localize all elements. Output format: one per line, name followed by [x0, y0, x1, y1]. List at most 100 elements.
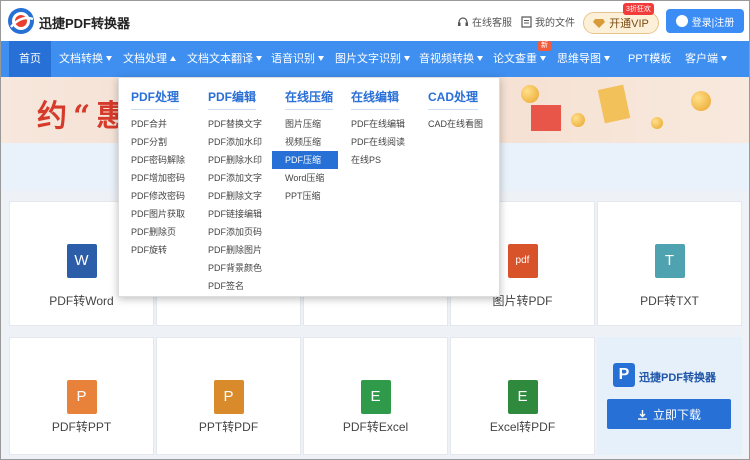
- menu-item[interactable]: PDF添加水印: [208, 133, 262, 151]
- nav-home-label: 首页: [19, 53, 41, 65]
- menu-item[interactable]: Word压缩: [285, 169, 338, 187]
- headset-icon: [458, 16, 468, 26]
- coin-decoration: [651, 117, 663, 129]
- tool-card-excel-to-pdf[interactable]: E Excel转PDF: [450, 337, 595, 455]
- nav-doc-convert[interactable]: 文档转换: [59, 41, 112, 77]
- menu-item[interactable]: PDF签名: [208, 277, 262, 295]
- logo-icon[interactable]: [7, 7, 35, 35]
- nav-home[interactable]: 首页: [9, 41, 51, 77]
- user-icon: [675, 15, 688, 27]
- coin-decoration: [691, 91, 711, 111]
- my-files-link[interactable]: 我的文件: [521, 14, 575, 29]
- chevron-down-icon: [721, 56, 727, 61]
- menu-item[interactable]: PDF删除水印: [208, 151, 262, 169]
- menu-item[interactable]: PDF删除页: [131, 223, 185, 241]
- menu-item[interactable]: PPT压缩: [285, 187, 338, 205]
- menu-item[interactable]: PDF分割: [131, 133, 185, 151]
- vip-label: 开通VIP: [609, 18, 649, 30]
- coin-decoration: [571, 113, 585, 127]
- vip-button[interactable]: 开通VIP: [583, 12, 659, 34]
- column-title: 在线压缩: [285, 88, 334, 110]
- tool-card-pdf-to-ppt[interactable]: P PDF转PPT: [9, 337, 154, 455]
- menu-item[interactable]: PDF删除图片: [208, 241, 262, 259]
- menu-item[interactable]: PDF修改密码: [131, 187, 185, 205]
- column-title: 在线编辑: [351, 88, 400, 110]
- menu-item[interactable]: PDF旋转: [131, 241, 185, 259]
- nav-doc-process[interactable]: 文档处理: [123, 41, 176, 77]
- chevron-down-icon: [106, 56, 112, 61]
- menu-item[interactable]: CAD在线看图: [428, 115, 483, 133]
- download-button[interactable]: 立即下载: [607, 399, 731, 429]
- column-title: CAD处理: [428, 88, 478, 110]
- excel-icon: E: [360, 380, 391, 414]
- tool-card-pdf-to-txt[interactable]: T PDF转TXT: [597, 201, 742, 326]
- app-name: 迅捷PDF转换器: [639, 372, 716, 384]
- chevron-down-icon: [256, 56, 262, 61]
- app-logo-icon: P: [613, 363, 635, 387]
- tool-card-label: PDF转Excel: [342, 420, 409, 434]
- page: 迅捷PDF转换器 在线客服 我的文件 开通VIP 3折狂欢 登录|注册 首页 文…: [0, 0, 750, 460]
- nav-ppt-template-label: PPT模板: [628, 53, 672, 65]
- dropdown-column-cad: CAD处理 CAD在线看图: [428, 88, 483, 133]
- menu-item[interactable]: 图片压缩: [285, 115, 338, 133]
- column-title: PDF处理: [131, 88, 180, 110]
- nav-mindmap[interactable]: 思维导图: [557, 41, 610, 77]
- coin-decoration: [521, 85, 539, 103]
- app-download-panel: P 迅捷PDF转换器 立即下载: [597, 337, 742, 455]
- menu-item[interactable]: PDF图片获取: [131, 205, 185, 223]
- nav-translate[interactable]: 文档文本翻译: [187, 41, 262, 77]
- gift-box-decoration: [597, 84, 631, 124]
- nav-av-convert[interactable]: 音视频转换: [419, 41, 483, 77]
- nav-plagiarism-label: 论文查重: [493, 53, 537, 65]
- menu-item[interactable]: PDF替换文字: [208, 115, 262, 133]
- nav-mindmap-label: 思维导图: [557, 53, 601, 65]
- gift-box-decoration: [531, 105, 561, 131]
- nav-ocr[interactable]: 图片文字识别: [335, 41, 410, 77]
- menu-item-active[interactable]: PDF压缩: [272, 151, 338, 169]
- dropdown-column-online-edit: 在线编辑 PDF在线编辑 PDF在线阅读 在线PS: [351, 88, 405, 169]
- menu-item[interactable]: PDF添加页码: [208, 223, 262, 241]
- tool-card-ppt-to-pdf[interactable]: P PPT转PDF: [156, 337, 301, 455]
- my-files-label: 我的文件: [535, 18, 575, 29]
- top-bar: 迅捷PDF转换器 在线客服 我的文件 开通VIP 3折狂欢 登录|注册: [1, 1, 749, 41]
- menu-item[interactable]: 视频压缩: [285, 133, 338, 151]
- menu-item[interactable]: PDF增加密码: [131, 169, 185, 187]
- menu-item[interactable]: PDF在线阅读: [351, 133, 405, 151]
- login-button[interactable]: 登录|注册: [666, 9, 744, 33]
- excel-icon: E: [507, 380, 538, 414]
- tool-card-label: PPT转PDF: [198, 420, 259, 434]
- menu-item[interactable]: PDF背景颜色: [208, 259, 262, 277]
- dropdown-column-online-compress: 在线压缩 图片压缩 视频压缩 PDF压缩 Word压缩 PPT压缩: [272, 88, 338, 205]
- menu-item[interactable]: PDF添加文字: [208, 169, 262, 187]
- tool-card-pdf-to-excel[interactable]: E PDF转Excel: [303, 337, 448, 455]
- menu-item[interactable]: PDF合并: [131, 115, 185, 133]
- nav-client[interactable]: 客户端: [685, 41, 727, 77]
- menu-item[interactable]: 在线PS: [351, 151, 405, 169]
- ppt-icon: P: [213, 380, 244, 414]
- chevron-down-icon: [604, 56, 610, 61]
- nav-speech-label: 语音识别: [271, 53, 315, 65]
- online-service-label: 在线客服: [472, 18, 512, 29]
- menu-item[interactable]: PDF删除文字: [208, 187, 262, 205]
- menu-item[interactable]: PDF在线编辑: [351, 115, 405, 133]
- menu-item[interactable]: PDF链接编辑: [208, 205, 262, 223]
- tool-card-label: PDF转TXT: [640, 294, 699, 308]
- new-badge: 新: [538, 41, 551, 51]
- login-label: 登录|注册: [691, 17, 735, 29]
- menu-item[interactable]: PDF密码解除: [131, 151, 185, 169]
- dropdown-column-pdf-edit: PDF编辑 PDF替换文字 PDF添加水印 PDF删除水印 PDF添加文字 PD…: [208, 88, 262, 295]
- brand-name[interactable]: 迅捷PDF转换器: [39, 13, 130, 32]
- tool-card-label: PDF转PPT: [51, 420, 112, 434]
- nav-speech[interactable]: 语音识别: [271, 41, 324, 77]
- chevron-down-icon: [477, 56, 483, 61]
- file-icon: [521, 15, 532, 28]
- nav-client-label: 客户端: [685, 53, 718, 65]
- ppt-icon: P: [66, 380, 97, 414]
- word-icon: W: [66, 244, 97, 278]
- online-service-link[interactable]: 在线客服: [457, 14, 512, 29]
- chevron-down-icon: [318, 56, 324, 61]
- chevron-down-icon: [540, 56, 546, 61]
- nav-ocr-label: 图片文字识别: [335, 53, 401, 65]
- nav-ppt-template[interactable]: PPT模板: [628, 41, 671, 77]
- download-label: 立即下载: [652, 407, 701, 422]
